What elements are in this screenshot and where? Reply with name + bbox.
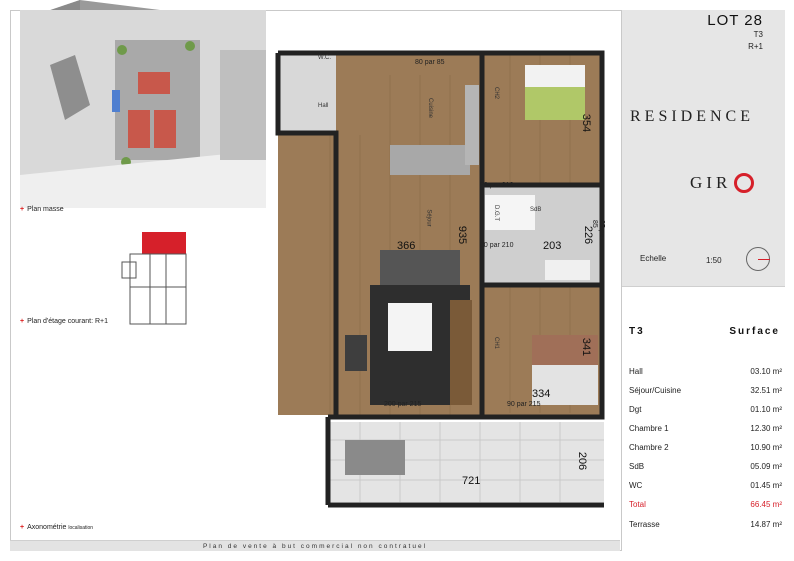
table-header-type: T3	[629, 326, 645, 337]
surface-row: Chambre 2 10.90 m²	[629, 443, 782, 452]
north-arrow-icon	[746, 247, 770, 271]
room-label-sejour: Séjour	[425, 209, 432, 227]
dim-ch1-length: 341	[580, 337, 593, 357]
room-label-cuisine: Cuisine	[427, 97, 434, 119]
dim-total-length: 935	[456, 225, 469, 245]
surface-row: Chambre 1 12.30 m²	[629, 424, 782, 433]
giro-logo-circle-icon	[734, 173, 754, 193]
room-label-wc: W.C.	[318, 55, 331, 61]
disclaimer-footer: Plan de vente à but commercial non contr…	[10, 540, 620, 551]
table-header-surface: Surface	[729, 326, 780, 337]
giro-logo-text: GIR	[690, 173, 732, 192]
terrace-row: Terrasse 14.87 m²	[629, 520, 782, 529]
surface-row: Dgt 01.10 m²	[629, 405, 782, 414]
floor-key-plan	[120, 232, 190, 327]
apartment-type: T3	[753, 30, 763, 39]
room-label-ch1: CH1	[493, 336, 500, 350]
dim-terrace-width: 721	[462, 475, 481, 487]
opening-kitchen-window: 80 par 85	[415, 59, 445, 66]
site-plan-caption: + Plan masse	[20, 206, 64, 213]
room-label-sdb: SdB	[530, 207, 542, 213]
opening-ch2-door: 90 par 210	[480, 182, 514, 189]
site-plan-image	[20, 10, 266, 208]
apartment-floor-plan: 366 935 203 226 354 341 334 721 206 80 p…	[270, 45, 610, 510]
info-panel: LOT 28 T3 R+1 RESIDENCE GIR Echelle 1:50…	[621, 10, 785, 551]
room-label-hall: Hall	[318, 103, 329, 109]
residence-title: RESIDENCE	[630, 108, 754, 125]
surface-row: WC 01.45 m²	[629, 481, 782, 490]
dim-ch2-length: 354	[580, 113, 593, 133]
room-label-dgt: D.G.T	[493, 205, 499, 221]
scale-value: 1:50	[706, 256, 722, 265]
floor-plan-caption: + Plan d'étage courant: R+1	[20, 318, 109, 325]
opening-sejour-bay: 200 par 215	[384, 401, 422, 408]
surface-row: SdB 05.09 m²	[629, 462, 782, 471]
lot-number: LOT 28	[707, 12, 763, 29]
dim-ch1-width: 334	[532, 388, 551, 400]
axonometry-caption: + Axonométrie localisation	[20, 524, 94, 531]
surface-total-row: Total 66.45 m²	[629, 500, 782, 509]
dim-sejour-width: 366	[397, 240, 416, 252]
dim-terrace-depth: 206	[576, 451, 589, 471]
opening-dgt-door: 80 par 210	[480, 242, 514, 249]
dim-sdb-width: 203	[543, 240, 562, 252]
surface-row: Hall 03.10 m²	[629, 367, 782, 376]
panel-header: LOT 28 T3 R+1 RESIDENCE GIR Echelle 1:50	[622, 10, 785, 287]
room-label-ch2: CH2	[493, 86, 500, 100]
scale-label: Echelle	[640, 254, 667, 263]
opening-sdb-window: 85 par 85	[591, 220, 605, 240]
opening-ch1-bay: 90 par 215	[507, 401, 541, 408]
surface-row: Séjour/Cuisine 32.51 m²	[629, 386, 782, 395]
floor-level: R+1	[748, 42, 763, 51]
